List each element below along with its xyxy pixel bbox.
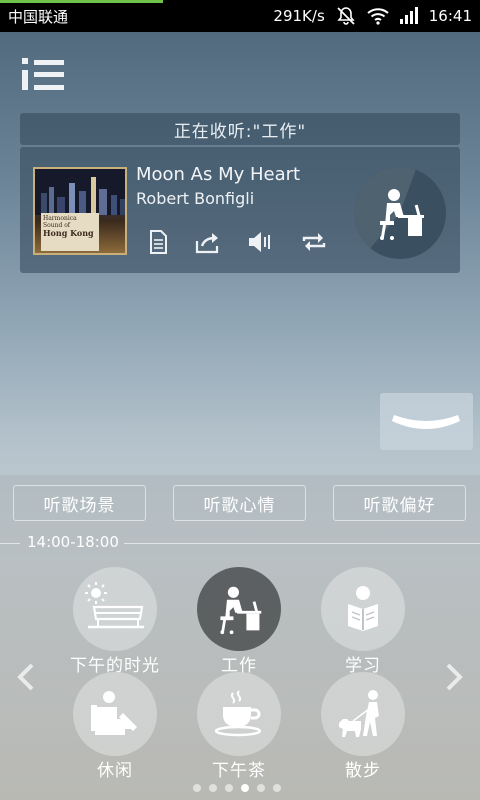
prev-page-arrow-icon[interactable] [16,662,36,692]
carrier-name: 中国联通 [8,7,69,26]
album-label: Harmonica Sound of Hong Kong [41,213,99,251]
player-card: Harmonica Sound of Hong Kong Moon As My … [20,147,460,273]
study-reading-icon [348,586,378,631]
category-tabs: 听歌场景 听歌心情 听歌偏好 [13,485,467,521]
collapse-panel-button[interactable] [380,393,473,450]
page-dot-current[interactable] [241,784,249,792]
status-bar: 中国联通 291K/s 16:41 [0,0,480,32]
current-mode-button[interactable] [354,167,446,259]
download-progress-line [0,0,163,3]
scene-study[interactable]: 学习 [308,567,418,676]
city-skyline-art [35,169,125,215]
page-indicator [193,784,281,792]
page-dot[interactable] [225,784,233,792]
scene-label: 休闲 [97,761,133,781]
album-cover[interactable]: Harmonica Sound of Hong Kong [33,167,127,255]
time-range-row: 14:00-18:00 [0,533,480,555]
repeat-icon[interactable] [300,229,328,255]
song-title: Moon As My Heart [136,164,301,185]
song-artist: Robert Bonfigli [136,189,255,208]
scene-afternoon[interactable]: 下午的时光 [60,567,170,676]
page-dot[interactable] [209,784,217,792]
now-listening-bar: 正在收听:"工作" [20,113,460,145]
scene-work[interactable]: 工作 [184,567,294,676]
page-dot[interactable] [193,784,201,792]
scene-leisure[interactable]: 休闲 [60,672,170,781]
work-desk-icon [220,586,262,635]
scene-afternoon-tea[interactable]: 下午茶 [184,672,294,781]
tab-mood[interactable]: 听歌心情 [173,485,306,521]
work-desk-icon [380,189,424,240]
chevron-down-icon [392,415,460,429]
muted-bell-icon [337,7,355,25]
signal-icon [399,7,418,24]
lyrics-icon[interactable] [144,229,172,255]
scene-walk[interactable]: 散步 [308,672,418,781]
clock: 16:41 [428,7,472,25]
time-range: 14:00-18:00 [27,533,119,551]
menu-list-icon[interactable] [20,58,66,92]
next-page-arrow-icon[interactable] [444,662,464,692]
dog-walk-icon [339,690,379,737]
tab-preference[interactable]: 听歌偏好 [333,485,466,521]
network-speed: 291K/s [273,7,325,25]
wifi-icon [367,8,389,25]
tab-scene[interactable]: 听歌场景 [13,485,146,521]
armchair-relax-icon [91,691,137,735]
share-icon[interactable] [194,229,222,255]
scene-label: 散步 [345,761,381,781]
page-dot[interactable] [257,784,265,792]
tea-cup-icon [214,690,262,737]
volume-icon[interactable] [246,229,274,255]
sunny-bench-icon [85,582,144,629]
page-dot[interactable] [273,784,281,792]
scene-label: 下午茶 [212,761,266,781]
